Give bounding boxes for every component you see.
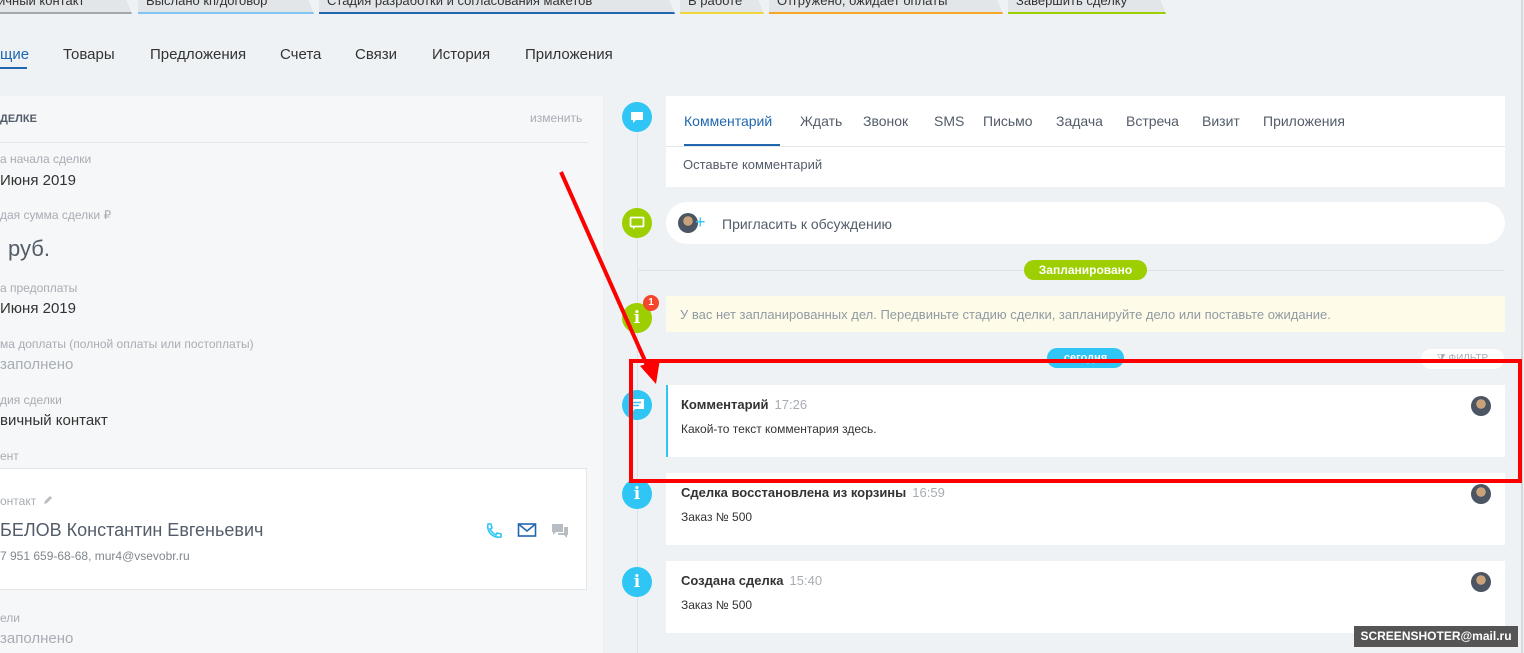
active-tab-underline (0, 67, 27, 69)
tab-quotes[interactable]: Предложения (150, 46, 246, 63)
field-value[interactable]: заполнено (0, 356, 73, 373)
event-title-text: Сделка восстановлена из корзины (681, 485, 907, 500)
info-icon: i (622, 567, 652, 597)
stage-label: Стадия разработки и согласования макетов (327, 0, 593, 8)
stage-label: В работе (688, 0, 743, 8)
invite-label[interactable]: Пригласить к обсуждению (722, 216, 892, 232)
stage-3[interactable]: Стадия разработки и согласования макетов (319, 0, 675, 14)
event-title: Сделка восстановлена из корзины 16:59 (681, 485, 945, 500)
counter-badge: 1 (643, 295, 659, 311)
contact-label: онтакт (0, 494, 37, 508)
author-avatar[interactable] (1471, 572, 1491, 592)
annotation-arrow-head (640, 359, 660, 384)
field-label: ент (0, 449, 19, 463)
tab-products[interactable]: Товары (63, 46, 115, 63)
field-label: ели (0, 611, 20, 625)
field-label: дая сумма сделки ₽ (0, 208, 112, 222)
planned-text: У вас нет запланированных дел. Передвинь… (680, 307, 1331, 322)
tab-history[interactable]: История (432, 46, 490, 63)
comment-icon (622, 102, 652, 132)
editor-tab-email[interactable]: Письмо (983, 113, 1033, 129)
plus-icon[interactable]: + (695, 212, 706, 233)
event-text: Какой-то текст комментария здесь. (681, 422, 877, 436)
filter-label: ФИЛЬТР (1448, 353, 1489, 364)
editor-tab-underline (684, 144, 780, 146)
tab-general[interactable]: щие (0, 46, 29, 63)
phone-icon[interactable] (484, 521, 504, 546)
planned-badge: Запланировано (1024, 260, 1147, 280)
filter-icon: ⧩ (1436, 353, 1446, 364)
scrollbar-track[interactable] (1521, 0, 1523, 653)
activity-editor (666, 96, 1505, 187)
editor-tab-apps[interactable]: Приложения (1263, 113, 1345, 129)
editor-tab-meeting[interactable]: Встреча (1126, 113, 1179, 129)
chat-icon[interactable] (550, 521, 570, 546)
field-value[interactable]: заполнено (0, 630, 73, 647)
editor-tab-visit[interactable]: Визит (1202, 113, 1240, 129)
pencil-icon[interactable] (42, 493, 54, 511)
timeline-item[interactable] (666, 385, 1505, 457)
editor-tab-comment[interactable]: Комментарий (684, 113, 772, 129)
tab-invoices[interactable]: Счета (280, 46, 321, 63)
contact-details: 7 951 659-68-68, mur4@vsevobr.ru (0, 549, 190, 563)
stage-1[interactable]: ичный контакт (0, 0, 132, 14)
author-avatar[interactable] (1471, 484, 1491, 504)
author-avatar[interactable] (1471, 396, 1491, 416)
field-label: а начала сделки (0, 152, 92, 166)
stage-2[interactable]: Выслано кп/договор (138, 0, 314, 14)
tab-links[interactable]: Связи (355, 46, 397, 63)
field-value-amount[interactable]: руб. (8, 236, 50, 262)
stage-label: Выслано кп/договор (146, 0, 268, 8)
tab-applications[interactable]: Приложения (525, 46, 613, 63)
today-badge: сегодня (1047, 348, 1124, 368)
contact-name[interactable]: БЕЛОВ Константин Евгеньевич (0, 520, 263, 541)
event-title-text: Комментарий (681, 397, 769, 412)
editor-tab-task[interactable]: Задача (1056, 113, 1103, 129)
editor-tab-sms[interactable]: SMS (934, 113, 964, 129)
stage-6[interactable]: Завершить сделку (1008, 0, 1166, 14)
comment-input-placeholder[interactable]: Оставьте комментарий (683, 157, 822, 172)
discussion-icon (622, 208, 652, 238)
editor-tab-wait[interactable]: Ждать (800, 113, 842, 129)
stage-label: Отгружено, ожидает оплаты (777, 0, 948, 8)
section-title: ДЕЛКЕ (0, 113, 37, 125)
stage-label: Завершить сделку (1016, 0, 1128, 8)
comment-event-icon (622, 390, 652, 420)
watermark: SCREENSHOTER@mail.ru (1354, 626, 1518, 647)
field-value[interactable]: Июня 2019 (0, 300, 76, 317)
timeline-item[interactable] (666, 561, 1505, 633)
field-label: а предоплаты (0, 281, 78, 295)
event-text: Заказ № 500 (681, 510, 753, 524)
stage-4[interactable]: В работе (680, 0, 764, 14)
event-title: Создана сделка 15:40 (681, 573, 822, 588)
divider (0, 142, 588, 143)
editor-tab-call[interactable]: Звонок (863, 113, 908, 129)
field-value[interactable]: Июня 2019 (0, 172, 76, 189)
event-title: Комментарий 17:26 (681, 397, 807, 412)
stage-5[interactable]: Отгружено, ожидает оплаты (769, 0, 1003, 14)
event-time: 16:59 (912, 485, 945, 500)
mail-icon[interactable] (517, 521, 537, 544)
timeline-item[interactable] (666, 473, 1505, 545)
event-title-text: Создана сделка (681, 573, 784, 588)
stage-label: ичный контакт (0, 0, 85, 8)
filter-button[interactable]: ⧩ ФИЛЬТР (1421, 349, 1504, 369)
field-label: дия сделки (0, 393, 62, 407)
event-time: 17:26 (774, 397, 808, 412)
editor-divider (666, 146, 1505, 147)
field-value[interactable]: вичный контакт (0, 412, 108, 429)
event-time: 15:40 (789, 573, 823, 588)
info-icon: i (622, 479, 652, 509)
event-text: Заказ № 500 (681, 598, 753, 612)
stage-bar: ичный контакт Выслано кп/договор Стадия … (0, 0, 1524, 16)
change-link[interactable]: изменить (530, 111, 582, 125)
field-label: ма доплаты (полной оплаты или постоплаты… (0, 337, 254, 351)
